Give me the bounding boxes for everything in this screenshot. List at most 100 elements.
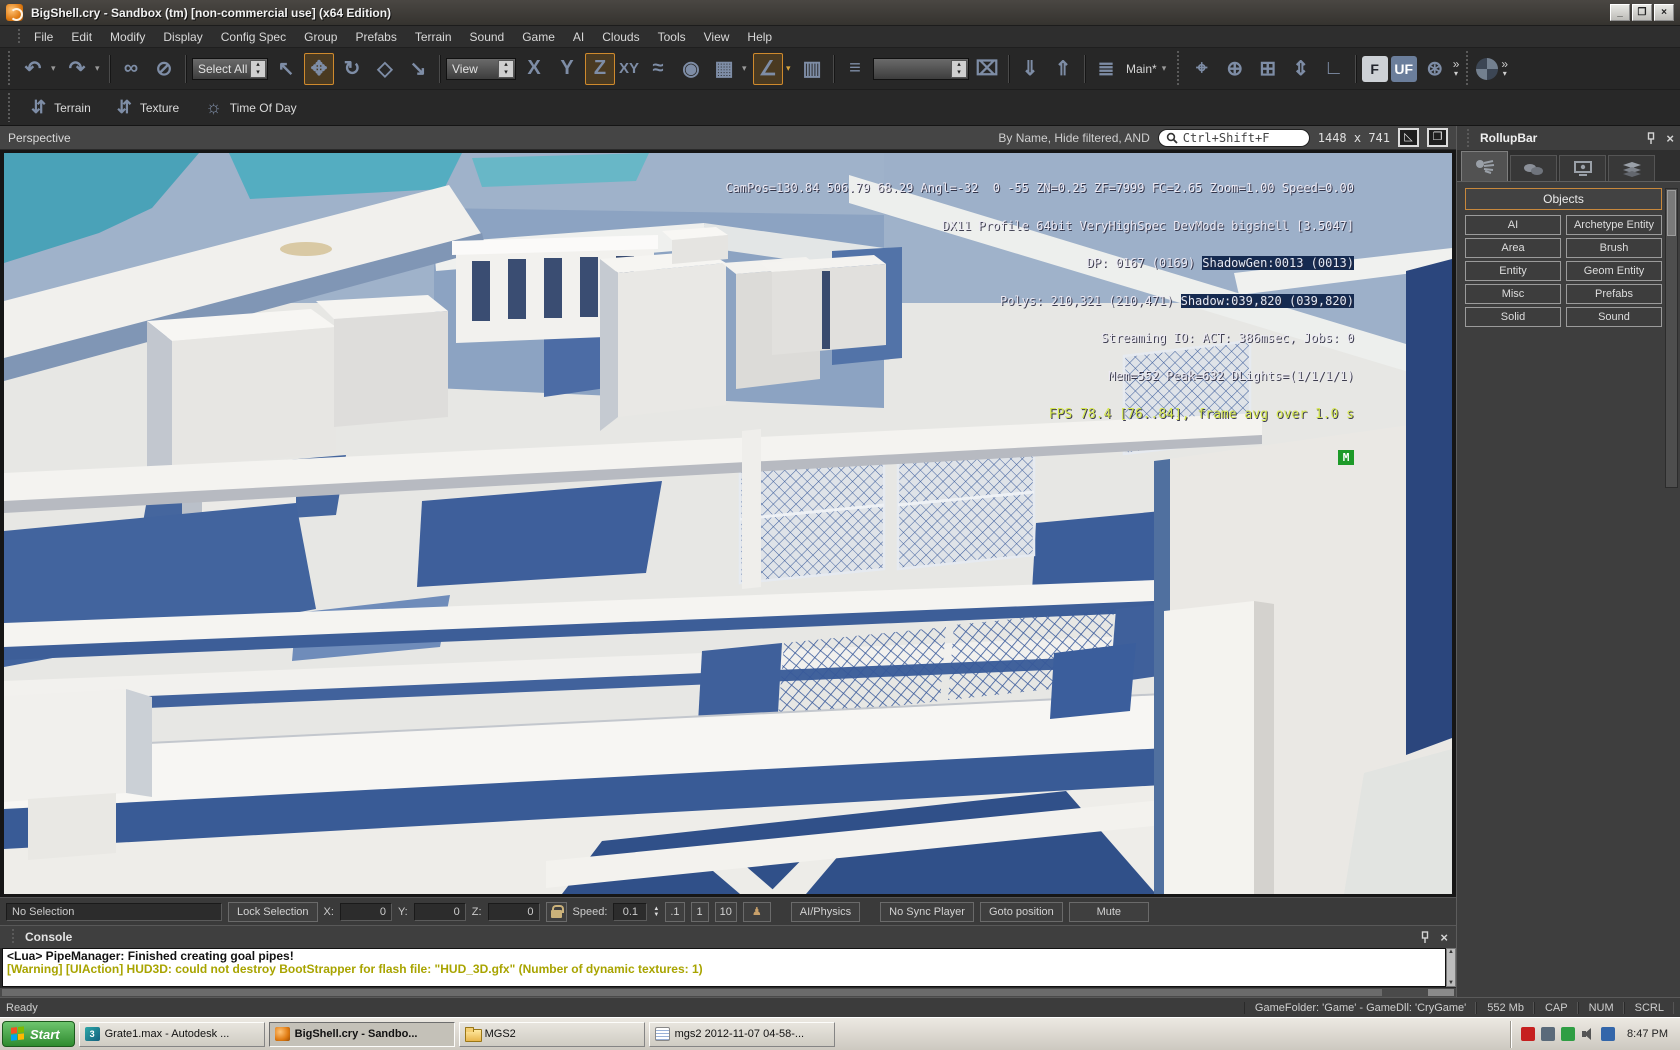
freeze-button[interactable]: F: [1362, 56, 1388, 82]
script-list-icon[interactable]: ≡: [840, 53, 870, 85]
tab-display[interactable]: [1559, 155, 1606, 181]
menu-group[interactable]: Group: [295, 27, 346, 47]
redo-icon[interactable]: ↷: [62, 53, 92, 85]
speed-field[interactable]: 0.1: [613, 903, 647, 921]
close-button[interactable]: ×: [1654, 4, 1674, 21]
reference-coords-combo[interactable]: View ▴▾: [446, 58, 516, 80]
terrain-button[interactable]: ⇵ Terrain: [21, 93, 101, 122]
follow-terrain-icon[interactable]: ≈: [643, 53, 673, 85]
console-vertical-scrollbar[interactable]: ▲▼: [1446, 948, 1456, 987]
tab-layers[interactable]: [1608, 155, 1655, 181]
clear-script-icon[interactable]: ⌧: [972, 53, 1002, 85]
scale-tool-icon[interactable]: ◇: [370, 53, 400, 85]
snap-grid-dropdown-icon[interactable]: ▾: [742, 63, 750, 74]
script-combo[interactable]: ▴▾: [873, 58, 969, 80]
menu-clouds[interactable]: Clouds: [593, 27, 648, 47]
time-of-day-button[interactable]: ☼ Time Of Day: [195, 93, 306, 122]
taskbar-item-sandbox[interactable]: BigShell.cry - Sandbo...: [269, 1022, 455, 1047]
ai-physics-button[interactable]: AI/Physics: [791, 902, 860, 922]
no-sync-player-button[interactable]: No Sync Player: [880, 902, 974, 922]
scrollbar-thumb[interactable]: [2, 989, 1382, 996]
menu-prefabs[interactable]: Prefabs: [346, 27, 405, 47]
export-icon[interactable]: ⇑: [1048, 53, 1078, 85]
speed-preset-01-button[interactable]: .1: [665, 902, 684, 922]
close-icon[interactable]: ×: [1666, 132, 1674, 145]
menu-edit[interactable]: Edit: [62, 27, 101, 47]
move-tool-icon[interactable]: ✥: [304, 53, 334, 85]
objects-section-header[interactable]: Objects: [1465, 188, 1662, 210]
tray-display-icon[interactable]: [1541, 1027, 1555, 1041]
pin-icon[interactable]: [1420, 931, 1430, 944]
toolbar-overflow-icon[interactable]: »▾: [1453, 59, 1460, 79]
close-icon[interactable]: ×: [1440, 931, 1448, 944]
maximize-button[interactable]: ❒: [1632, 4, 1652, 21]
console-log[interactable]: <Lua> PipeManager: Finished creating goa…: [2, 948, 1446, 987]
layer-dropdown-icon[interactable]: ▾: [1162, 63, 1170, 74]
texture-button[interactable]: ⇵ Texture: [107, 93, 189, 122]
layer-widget[interactable]: ≣ Main* ▾: [1091, 53, 1170, 85]
ruler-icon[interactable]: ▥: [797, 53, 827, 85]
snap-pivot-icon[interactable]: ⊕: [1220, 53, 1250, 85]
volume-icon[interactable]: [1581, 1027, 1595, 1041]
combo-spinner-icon[interactable]: ▴▾: [250, 60, 266, 78]
undo-dropdown-icon[interactable]: ▾: [51, 63, 59, 74]
viewport-scene[interactable]: CamPos=130.84 506.79 68.29 Angl=-32 0 -5…: [4, 153, 1452, 894]
taskbar-item-folder[interactable]: MGS2: [459, 1022, 645, 1047]
tab-terrain[interactable]: [1510, 155, 1557, 181]
physics-icon[interactable]: ⊛: [1420, 53, 1450, 85]
viewport-type-label[interactable]: Perspective: [8, 131, 71, 145]
object-type-ai-button[interactable]: AI: [1465, 215, 1561, 235]
camera-icon[interactable]: ◉: [676, 53, 706, 85]
selection-filter-combo[interactable]: Select All ▴▾: [192, 58, 268, 80]
taskbar-item-textfile[interactable]: mgs2 2012-11-07 04-58-...: [649, 1022, 835, 1047]
speed-spinner-icon[interactable]: ▲▼: [653, 906, 659, 918]
start-button[interactable]: Start: [2, 1021, 75, 1047]
align-angle-icon[interactable]: ∟: [1319, 53, 1349, 85]
select-move-tool-icon[interactable]: ↘: [403, 53, 433, 85]
tab-objects[interactable]: [1461, 151, 1508, 181]
axis-y-button[interactable]: Y: [552, 53, 582, 85]
globe-icon[interactable]: [1476, 58, 1498, 80]
axis-xy-button[interactable]: XY: [618, 53, 640, 85]
rotate-tool-icon[interactable]: ↻: [337, 53, 367, 85]
window-restore-icon[interactable]: ❐: [1427, 128, 1448, 147]
combo-spinner-icon[interactable]: ▴▾: [498, 60, 514, 78]
search-input[interactable]: Ctrl+Shift+F: [1158, 129, 1310, 147]
goto-position-button[interactable]: Goto position: [980, 902, 1063, 922]
object-type-sound-button[interactable]: Sound: [1566, 307, 1662, 327]
object-type-geom-entity-button[interactable]: Geom Entity: [1566, 261, 1662, 281]
menu-tools[interactable]: Tools: [649, 27, 695, 47]
lock-axis-button[interactable]: [546, 902, 567, 922]
menu-display[interactable]: Display: [154, 27, 211, 47]
object-type-misc-button[interactable]: Misc: [1465, 284, 1561, 304]
z-coordinate-field[interactable]: 0: [488, 903, 540, 921]
x-coordinate-field[interactable]: 0: [340, 903, 392, 921]
set-square-icon[interactable]: ◺: [1398, 128, 1419, 147]
redo-dropdown-icon[interactable]: ▾: [95, 63, 103, 74]
tray-update-icon[interactable]: [1561, 1027, 1575, 1041]
object-type-prefabs-button[interactable]: Prefabs: [1566, 284, 1662, 304]
simulate-player-icon[interactable]: ♟: [743, 902, 771, 922]
object-type-entity-button[interactable]: Entity: [1465, 261, 1561, 281]
minimize-button[interactable]: _: [1610, 4, 1630, 21]
menu-view[interactable]: View: [695, 27, 739, 47]
speed-preset-1-button[interactable]: 1: [691, 902, 709, 922]
pin-icon[interactable]: [1646, 132, 1656, 145]
menu-config-spec[interactable]: Config Spec: [212, 27, 295, 47]
unlink-icon[interactable]: ⊘: [149, 53, 179, 85]
object-type-archetype-entity-button[interactable]: Archetype Entity: [1566, 215, 1662, 235]
rollup-scrollbar[interactable]: [1665, 188, 1678, 488]
axis-x-button[interactable]: X: [519, 53, 549, 85]
lock-selection-button[interactable]: Lock Selection: [228, 902, 318, 922]
menu-help[interactable]: Help: [738, 27, 781, 47]
tray-monitor-icon[interactable]: [1521, 1027, 1535, 1041]
snap-angle-icon[interactable]: ∠: [753, 53, 783, 85]
object-type-area-button[interactable]: Area: [1465, 238, 1561, 258]
menu-terrain[interactable]: Terrain: [406, 27, 461, 47]
menu-ai[interactable]: AI: [564, 27, 593, 47]
menu-modify[interactable]: Modify: [101, 27, 154, 47]
menu-file[interactable]: File: [25, 27, 62, 47]
undo-icon[interactable]: ↶: [18, 53, 48, 85]
snap-geometry-icon[interactable]: ⊞: [1253, 53, 1283, 85]
search-filter-label[interactable]: By Name, Hide filtered, AND: [998, 131, 1149, 145]
